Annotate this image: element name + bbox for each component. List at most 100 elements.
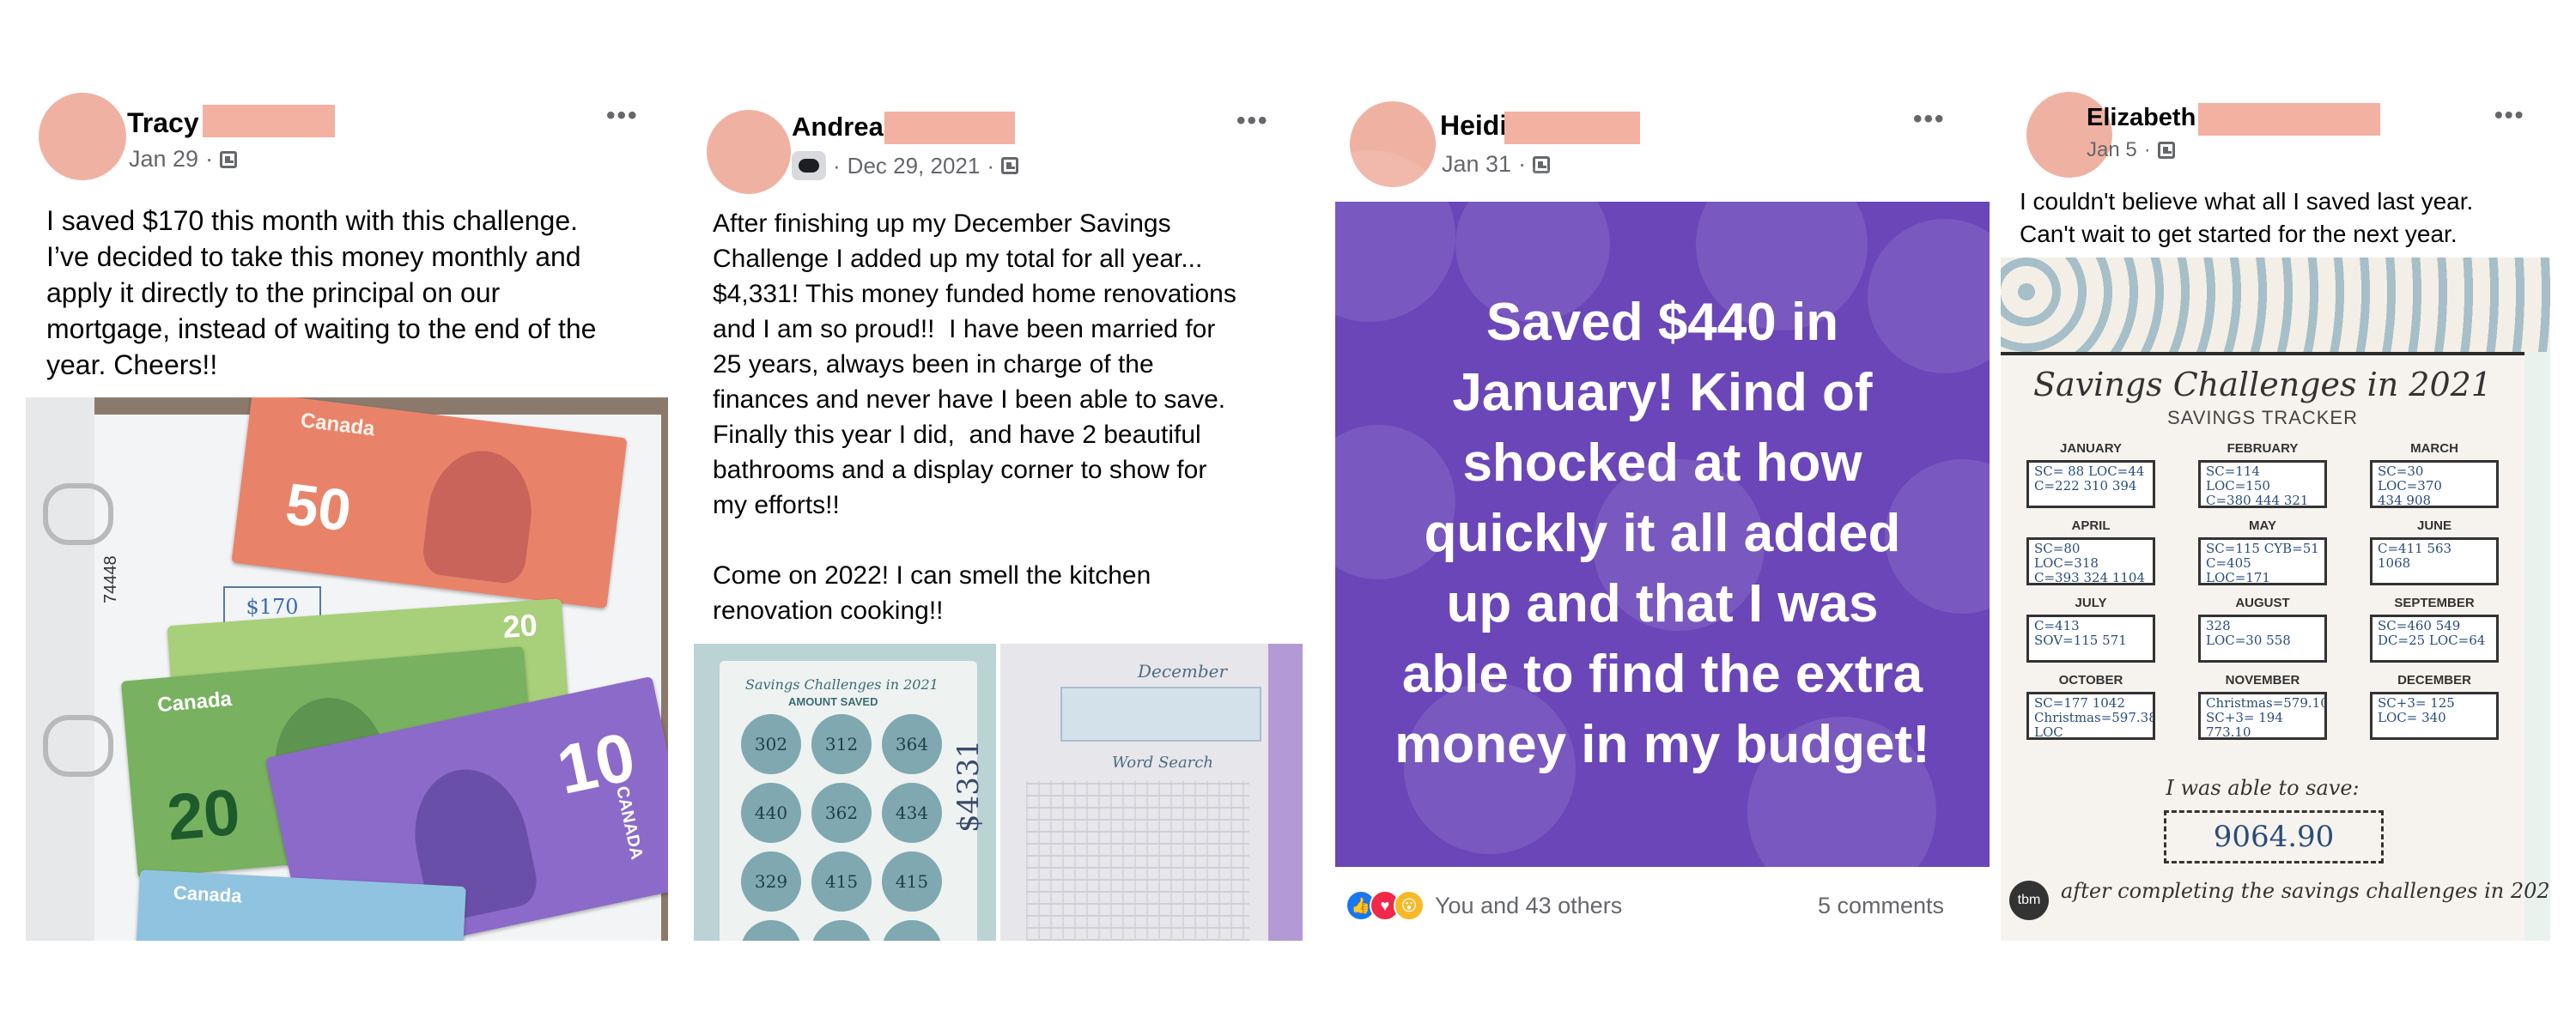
amount-circle: 312: [811, 714, 872, 774]
avatar[interactable]: [39, 93, 126, 180]
month-box: NOVEMBER Christmas=579.10 SC+3= 194 773.1…: [2190, 673, 2336, 740]
amount-circle: 302: [741, 714, 801, 774]
month-name: MARCH: [2410, 441, 2458, 456]
comment-count[interactable]: 5 comments: [1818, 893, 1944, 919]
tracker-sheet: Savings Challenges in 2021 SAVINGS TRACK…: [2001, 352, 2550, 941]
name-redaction: [884, 112, 1015, 144]
tracker-footer: after completing the savings challenges …: [2061, 879, 2550, 903]
post-caption: I couldn't believe what all I saved last…: [2020, 188, 2474, 247]
month-box: FEBRUARY SC=114 LOC=150 C=380 444 321: [2190, 441, 2336, 508]
month-box: APRIL SC=80 LOC=318 C=393 324 1104: [2018, 518, 2164, 585]
more-options-button[interactable]: •••: [1913, 105, 1946, 134]
month-box: AUGUST 328 LOC=30 558: [2190, 596, 2336, 663]
wow-icon: 😮: [1394, 890, 1425, 921]
tbm-logo: tbm: [2009, 881, 2049, 920]
post-photo-left[interactable]: Savings Challenges in 2021 AMOUNT SAVED …: [694, 644, 996, 941]
saved-amount: 9064.90: [2164, 810, 2384, 863]
binder-ring: [43, 715, 113, 777]
group-icon: [220, 150, 238, 168]
meta-separator: ·: [2143, 138, 2151, 161]
month-note: SC=115 CYB=51 C=405 LOC=171: [2198, 537, 2327, 585]
more-options-button[interactable]: •••: [606, 101, 639, 130]
month-name: AUGUST: [2235, 596, 2290, 610]
month-name: APRIL: [2071, 518, 2111, 533]
post-caption: After finishing up my December Savings C…: [713, 209, 1236, 625]
month-name: SEPTEMBER: [2394, 596, 2475, 610]
post-meta: Jan 5 ·: [2087, 138, 2175, 162]
amount-circle: 364: [882, 714, 942, 774]
tracker-title: Savings Challenges in 2021: [745, 676, 939, 693]
month-note: SC=114 LOC=150 C=380 444 321: [2198, 460, 2327, 508]
text-post-message: Saved $440 in January! Kind of shocked a…: [1394, 293, 1930, 774]
meta-separator: ·: [987, 152, 995, 179]
month-name: JANUARY: [2060, 441, 2122, 456]
name-redaction: [203, 105, 335, 137]
reaction-summary[interactable]: 👍 ♥ 😮 You and 43 others: [1346, 890, 1622, 921]
bill-value: 50: [282, 470, 355, 544]
month-note: 328 LOC=30 558: [2198, 615, 2327, 663]
tracker-title: Savings Challenges in 2021: [2033, 366, 2492, 403]
amount-circle: 415: [811, 851, 872, 912]
saved-label: I was able to save:: [2166, 776, 2360, 800]
bill-word: Canada: [173, 882, 243, 907]
post-date[interactable]: Dec 29, 2021: [848, 153, 981, 179]
post-heidi: Heidi Jan 31 · ••• Saved $440 in January…: [1284, 0, 2039, 1030]
month-box: DECEMBER SC+3= 125 LOC= 340: [2361, 673, 2507, 740]
amount-circle: 434: [882, 783, 942, 843]
december-header: December: [1138, 661, 1228, 682]
month-name: JULY: [2075, 596, 2107, 610]
post-date[interactable]: Jan 5: [2087, 138, 2137, 162]
post-photo[interactable]: Savings Challenges in 2021 SAVINGS TRACK…: [2001, 258, 2550, 941]
author-name[interactable]: Tracy: [127, 107, 199, 139]
month-note: C=411 563 1068: [2370, 537, 2499, 585]
puzzle-title: Word Search: [1112, 754, 1213, 772]
month-note: SC= 88 LOC=44 C=222 310 394: [2026, 460, 2155, 508]
month-box: MAY SC=115 CYB=51 C=405 LOC=171: [2190, 518, 2336, 585]
author-name[interactable]: Heidi: [1440, 110, 1507, 142]
word-grid: [1026, 781, 1249, 941]
amount-circle: 440: [741, 783, 801, 843]
month-box: OCTOBER SC=177 1042 Christmas=597.38 LOC: [2018, 673, 2164, 740]
bill-word: CANADA: [612, 784, 647, 862]
month-note: SC+3= 125 LOC= 340: [2370, 692, 2499, 740]
meta-separator: ·: [833, 152, 841, 179]
text-post-background[interactable]: Saved $440 in January! Kind of shocked a…: [1284, 150, 2039, 906]
amount-circle: 329: [741, 851, 801, 912]
floral-border: [2001, 258, 2550, 352]
month-box: JANUARY SC= 88 LOC=44 C=222 310 394: [2018, 441, 2164, 508]
author-name[interactable]: Andrea: [792, 112, 884, 142]
author-name[interactable]: Elizabeth: [2087, 104, 2196, 132]
post-date[interactable]: Jan 29: [129, 146, 198, 173]
month-name: DECEMBER: [2397, 673, 2471, 688]
bill-value: 20: [501, 607, 539, 645]
post-meta: Jan 29 ·: [129, 146, 238, 173]
post-elizabeth: Elizabeth Jan 5 · ••• I couldn't believe…: [2001, 0, 2576, 1030]
binder-code: 74448: [101, 555, 120, 603]
month-name: OCTOBER: [2058, 673, 2123, 688]
bill-value: 20: [164, 775, 243, 855]
tracker-subtitle: SAVINGS TRACKER: [2166, 407, 2358, 428]
binder-ring: [43, 483, 113, 545]
tracker-subtitle: AMOUNT SAVED: [788, 695, 878, 708]
month-box: JULY C=413 SOV=115 571: [2018, 596, 2164, 663]
more-options-button[interactable]: •••: [1236, 106, 1269, 136]
name-redaction: [2198, 103, 2380, 136]
month-name: FEBRUARY: [2227, 441, 2299, 456]
post-photo[interactable]: 74448 $170 50 Canada 20 20 Canada 10 CAN…: [26, 397, 668, 941]
avatar[interactable]: [707, 110, 791, 194]
binder-spine: [26, 397, 94, 941]
month-name: JUNE: [2416, 518, 2451, 533]
month-note: SC=80 LOC=318 C=393 324 1104: [2026, 537, 2155, 585]
name-redaction: [1504, 112, 1640, 144]
meta-separator: ·: [205, 146, 214, 172]
post-photo-right[interactable]: December Word Search: [1000, 644, 1303, 941]
bill-word: Canada: [156, 687, 234, 718]
anonymous-member-icon: [792, 151, 826, 180]
group-icon: [2157, 142, 2175, 159]
month-note: SC=30 LOC=370 434 908: [2370, 460, 2499, 508]
pocket-panel: [1060, 687, 1261, 742]
month-name: NOVEMBER: [2225, 673, 2300, 688]
bill-portrait: [420, 445, 539, 585]
more-options-button[interactable]: •••: [2494, 101, 2524, 129]
reaction-count: You and 43 others: [1435, 892, 1623, 918]
